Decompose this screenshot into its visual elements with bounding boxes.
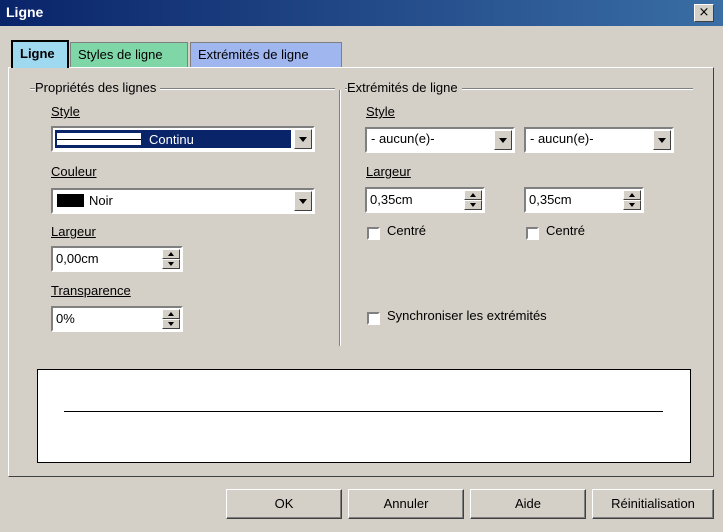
spin-down-icon[interactable]: [464, 200, 482, 210]
end-width-stepper[interactable]: 0,35cm: [524, 187, 644, 213]
line-width-value: 0,00cm: [56, 251, 99, 266]
line-color-select[interactable]: Noir: [51, 188, 315, 214]
tab-extremites-de-ligne[interactable]: Extrémités de ligne: [190, 42, 342, 68]
reset-button[interactable]: Réinitialisation: [592, 489, 714, 519]
tab-styles-label: Styles de ligne: [78, 47, 163, 62]
transparency-label: Transparence: [51, 283, 131, 298]
window-title: Ligne: [6, 4, 44, 20]
line-preview: [37, 369, 691, 463]
end-width-value: 0,35cm: [529, 192, 572, 207]
chevron-down-icon[interactable]: [294, 129, 312, 149]
transparency-stepper[interactable]: 0%: [51, 306, 183, 332]
group-separator: [339, 90, 341, 346]
transparency-value: 0%: [56, 311, 75, 326]
spin-down-icon[interactable]: [623, 200, 641, 210]
line-color-value: Noir: [89, 193, 113, 208]
help-button[interactable]: Aide: [470, 489, 586, 519]
spin-up-icon[interactable]: [623, 190, 641, 200]
tab-ligne[interactable]: Ligne: [11, 40, 69, 68]
line-style-select[interactable]: Continu: [51, 126, 315, 152]
spin-up-icon[interactable]: [162, 309, 180, 319]
start-style-select[interactable]: - aucun(e)-: [365, 127, 515, 153]
cancel-button[interactable]: Annuler: [348, 489, 464, 519]
tab-styles-de-ligne[interactable]: Styles de ligne: [70, 42, 188, 68]
group-line-props-title: Propriétés des lignes: [35, 80, 161, 95]
width-label: Largeur: [51, 224, 96, 239]
end-width-label: Largeur: [366, 164, 411, 179]
tab-ligne-label: Ligne: [20, 46, 55, 61]
chevron-down-icon[interactable]: [294, 191, 312, 211]
preview-line: [64, 411, 663, 412]
color-swatch: [57, 194, 84, 207]
sync-ends-label: Synchroniser les extrémités: [387, 308, 547, 323]
start-centered-checkbox[interactable]: [367, 227, 380, 240]
end-style-select[interactable]: - aucun(e)-: [524, 127, 674, 153]
chevron-down-icon[interactable]: [494, 130, 512, 150]
close-icon: ×: [698, 5, 710, 20]
line-style-selection: Continu: [55, 130, 291, 148]
ok-button[interactable]: OK: [226, 489, 342, 519]
end-style-value: - aucun(e)-: [530, 131, 594, 146]
style-label: Style: [51, 104, 80, 119]
end-centered-label: Centré: [546, 223, 586, 238]
spin-up-icon[interactable]: [162, 249, 180, 259]
spin-down-icon[interactable]: [162, 319, 180, 329]
start-centered-label: Centré: [387, 223, 427, 238]
line-style-preview: [57, 133, 141, 145]
start-width-stepper[interactable]: 0,35cm: [365, 187, 485, 213]
group-line-ends-title: Extrémités de ligne: [347, 80, 462, 95]
start-style-value: - aucun(e)-: [371, 131, 435, 146]
line-width-stepper[interactable]: 0,00cm: [51, 246, 183, 272]
sync-ends-checkbox[interactable]: [367, 312, 380, 325]
start-width-value: 0,35cm: [370, 192, 413, 207]
end-style-label: Style: [366, 104, 395, 119]
tab-extremites-label: Extrémités de ligne: [198, 47, 309, 62]
close-button[interactable]: ×: [694, 4, 714, 22]
line-style-value: Continu: [149, 132, 194, 147]
spin-down-icon[interactable]: [162, 259, 180, 269]
spin-up-icon[interactable]: [464, 190, 482, 200]
chevron-down-icon[interactable]: [653, 130, 671, 150]
title-bar: [0, 0, 723, 26]
color-label: Couleur: [51, 164, 97, 179]
end-centered-checkbox[interactable]: [526, 227, 539, 240]
